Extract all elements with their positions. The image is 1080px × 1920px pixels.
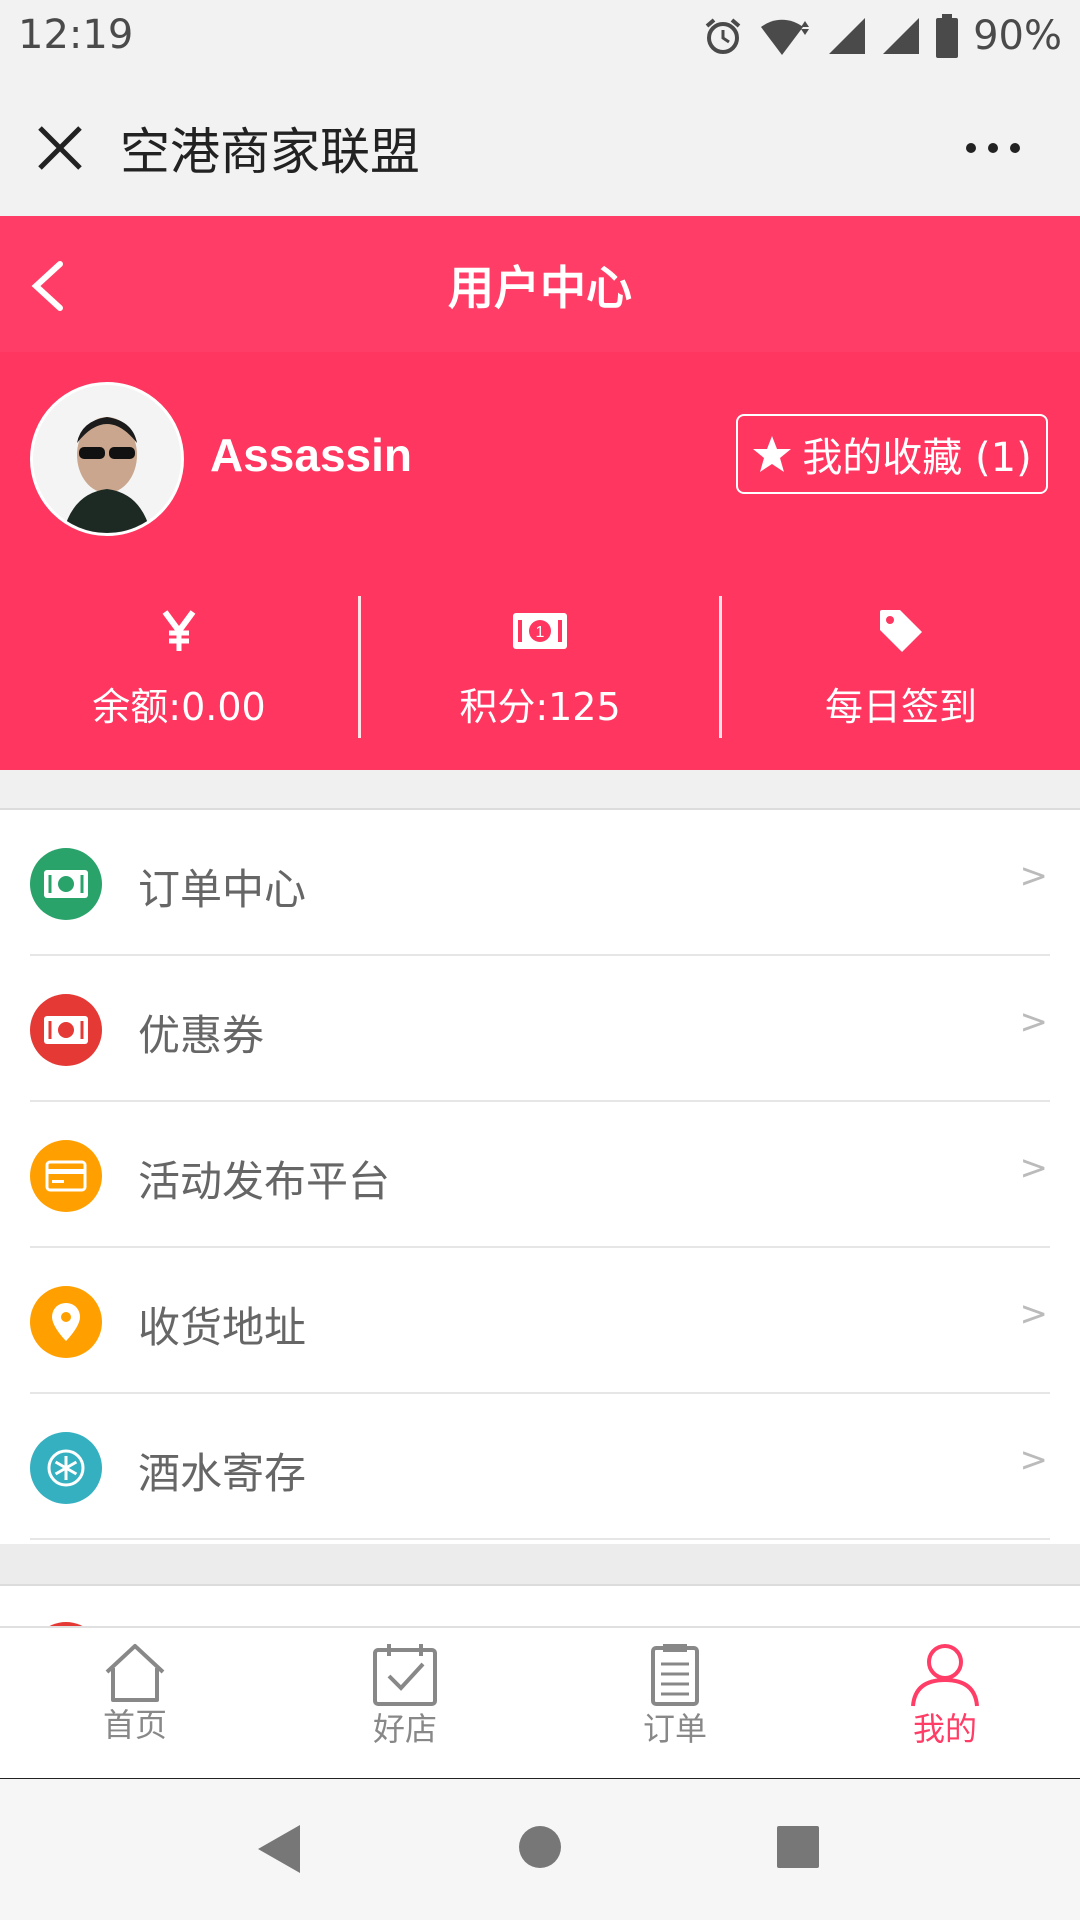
- mini-program-title: 空港商家联盟: [120, 123, 420, 181]
- tag-icon: [878, 604, 924, 658]
- menu-item-coupons[interactable]: 优惠券 >: [0, 956, 1080, 1102]
- page-title: 用户中心: [448, 261, 632, 315]
- status-bar: 12:19 90%: [0, 0, 1080, 74]
- tab-label: 好店: [372, 1710, 437, 1748]
- menu-item-label: 优惠券: [138, 1011, 265, 1060]
- profile-section: Assassin 我的收藏 (1) 余额:0.00 1 积分:125 每日签到: [0, 352, 1080, 770]
- home-icon: [105, 1644, 165, 1702]
- stat-daily-checkin[interactable]: 每日签到: [722, 592, 1080, 742]
- status-icons: 90%: [703, 10, 1062, 62]
- more-options-button[interactable]: [966, 138, 1036, 158]
- section-gap: [0, 1544, 1080, 1584]
- tab-label: 首页: [102, 1706, 167, 1744]
- star-icon: [753, 436, 792, 472]
- tab-label: 订单: [642, 1710, 707, 1748]
- stat-balance-label: 余额:0.00: [92, 684, 266, 729]
- signal-icon: [883, 18, 920, 54]
- chevron-right-icon: >: [1019, 1294, 1049, 1334]
- calendar-check-icon: [373, 1644, 437, 1706]
- avatar-image: [33, 385, 181, 533]
- card-icon: [30, 1140, 102, 1212]
- cash-icon: [30, 848, 102, 920]
- tab-label: 我的: [912, 1710, 977, 1748]
- system-nav-bar: [0, 1779, 1080, 1920]
- menu-item-drink-storage[interactable]: 酒水寄存 >: [0, 1394, 1080, 1540]
- chevron-right-icon: >: [1019, 1148, 1049, 1188]
- tab-home[interactable]: 首页: [45, 1642, 225, 1762]
- stats-row: 余额:0.00 1 积分:125 每日签到: [0, 592, 1080, 742]
- back-triangle-icon[interactable]: [254, 1823, 302, 1875]
- tab-orders[interactable]: 订单: [585, 1642, 765, 1762]
- home-circle-icon[interactable]: [518, 1825, 562, 1869]
- menu-list: 订单中心 > 优惠券 > 活动发布平台 > 收货地址 > 酒水寄存 >: [0, 808, 1080, 1546]
- close-icon[interactable]: [30, 118, 90, 178]
- username: Assassin: [210, 429, 413, 481]
- menu-item-shipping-address[interactable]: 收货地址 >: [0, 1248, 1080, 1394]
- status-time: 12:19: [18, 12, 134, 58]
- bottom-tab-bar: 首页 好店 订单 我的: [0, 1626, 1080, 1781]
- alarm-icon: [705, 18, 741, 54]
- menu-item-order-center[interactable]: 订单中心 >: [0, 810, 1080, 956]
- menu-list-secondary: [0, 1584, 1080, 1626]
- chevron-right-icon: >: [1019, 856, 1049, 896]
- divider: [358, 596, 361, 738]
- signal-icon: [829, 18, 866, 54]
- tab-good-shops[interactable]: 好店: [315, 1642, 495, 1762]
- menu-item-label: 收货地址: [138, 1303, 307, 1352]
- my-favorites-label: 我的收藏 (1): [802, 435, 1032, 481]
- mini-program-bar: 空港商家联盟: [0, 74, 1080, 216]
- user-icon: [911, 1644, 979, 1707]
- stat-balance[interactable]: 余额:0.00: [0, 592, 358, 742]
- more-dots-icon: [966, 143, 976, 153]
- snowflake-icon: [30, 1432, 102, 1504]
- recents-square-icon[interactable]: [776, 1825, 820, 1869]
- menu-item-label: 订单中心: [138, 865, 307, 914]
- cash-icon: [30, 994, 102, 1066]
- yen-icon: [162, 604, 196, 658]
- clipboard-icon: [651, 1644, 699, 1706]
- page-header: 用户中心: [0, 216, 1080, 352]
- stat-points-label: 积分:125: [459, 684, 621, 729]
- battery-icon: [936, 14, 959, 58]
- menu-item-event-platform[interactable]: 活动发布平台 >: [0, 1102, 1080, 1248]
- chevron-right-icon: >: [1019, 1440, 1049, 1480]
- wifi-icon: [761, 19, 810, 55]
- location-pin-icon: [30, 1286, 102, 1358]
- tab-me[interactable]: 我的: [855, 1642, 1035, 1762]
- svg-text:1: 1: [536, 624, 545, 641]
- menu-item-label: 酒水寄存: [138, 1449, 307, 1498]
- divider: [719, 596, 722, 738]
- chevron-right-icon: >: [1019, 1002, 1049, 1042]
- battery-percent: 90%: [973, 13, 1062, 59]
- stat-daily-checkin-label: 每日签到: [824, 684, 977, 729]
- stat-points[interactable]: 1 积分:125: [361, 592, 719, 742]
- menu-item-label: 活动发布平台: [138, 1157, 391, 1206]
- avatar[interactable]: [30, 382, 184, 536]
- divider: [30, 1538, 1050, 1540]
- my-favorites-button[interactable]: 我的收藏 (1): [736, 414, 1048, 494]
- cash-icon: 1: [512, 604, 568, 658]
